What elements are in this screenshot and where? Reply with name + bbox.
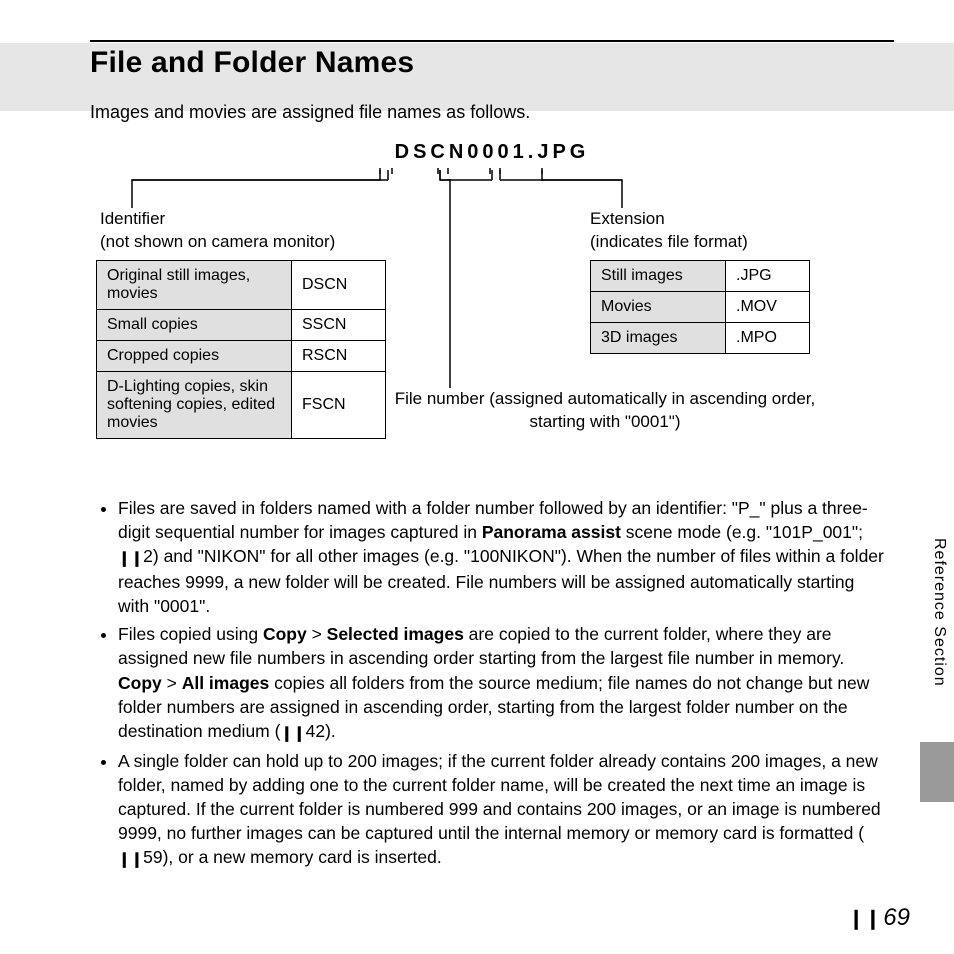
intro-text: Images and movies are assigned file name…: [90, 102, 894, 123]
page-content: File and Folder Names Images and movies …: [0, 0, 954, 871]
list-item: A single folder can hold up to 200 image…: [118, 749, 884, 871]
id-code: SSCN: [292, 310, 386, 341]
identifier-label: Identifier (not shown on camera monitor): [100, 208, 335, 254]
file-number-label: File number (assigned automatically in a…: [390, 388, 820, 434]
extension-label: Extension (indicates file format): [590, 208, 748, 254]
table-row: 3D images.MPO: [591, 323, 810, 354]
bold-text: Copy: [118, 673, 162, 693]
table-row: Movies.MOV: [591, 292, 810, 323]
identifier-heading: Identifier: [100, 209, 165, 228]
ref-num: 42: [306, 721, 325, 741]
reference-icon: ❙❙: [118, 549, 143, 570]
filename-diagram: Identifier (not shown on camera monitor)…: [90, 168, 894, 478]
table-row: Small copiesSSCN: [97, 310, 386, 341]
text: >: [307, 624, 327, 644]
ref-num: 2: [143, 546, 153, 566]
table-row: D-Lighting copies, skin softening copies…: [97, 372, 386, 439]
ext-code: .MOV: [726, 292, 810, 323]
list-item: Files are saved in folders named with a …: [118, 496, 884, 618]
page-title: File and Folder Names: [90, 46, 894, 80]
table-row: Original still images, moviesDSCN: [97, 261, 386, 310]
extension-table: Still images.JPG Movies.MOV 3D images.MP…: [590, 260, 810, 354]
top-rule: [90, 40, 894, 42]
text: Files copied using: [118, 624, 263, 644]
text: >: [162, 673, 182, 693]
ext-label: Still images: [591, 261, 726, 292]
text: scene mode (e.g. "101P_001";: [621, 522, 863, 542]
identifier-table: Original still images, moviesDSCN Small …: [96, 260, 386, 439]
ext-code: .MPO: [726, 323, 810, 354]
id-label: Cropped copies: [97, 341, 292, 372]
text: ), or a new memory card is inserted.: [163, 847, 442, 867]
id-label: D-Lighting copies, skin softening copies…: [97, 372, 292, 439]
text: ).: [325, 721, 336, 741]
text: ) and "NIKON" for all other images (e.g.…: [118, 546, 884, 616]
text: A single folder can hold up to 200 image…: [118, 751, 881, 843]
ext-code: .JPG: [726, 261, 810, 292]
reference-icon: ❙❙: [848, 908, 882, 930]
table-row: Still images.JPG: [591, 261, 810, 292]
extension-sub: (indicates file format): [590, 232, 748, 251]
bold-text: Panorama assist: [482, 522, 621, 542]
reference-icon: ❙❙: [280, 724, 305, 745]
list-item: Files copied using Copy > Selected image…: [118, 622, 884, 744]
ref-num: 59: [143, 847, 162, 867]
page-number: ❙❙69: [848, 904, 910, 932]
id-label: Small copies: [97, 310, 292, 341]
reference-icon: ❙❙: [118, 850, 143, 871]
bullet-list: Files are saved in folders named with a …: [90, 496, 894, 871]
identifier-sub: (not shown on camera monitor): [100, 232, 335, 251]
table-row: Cropped copiesRSCN: [97, 341, 386, 372]
ext-label: Movies: [591, 292, 726, 323]
id-label: Original still images, movies: [97, 261, 292, 310]
page-number-value: 69: [883, 904, 910, 931]
ext-label: 3D images: [591, 323, 726, 354]
bold-text: Selected images: [327, 624, 464, 644]
id-code: DSCN: [292, 261, 386, 310]
id-code: RSCN: [292, 341, 386, 372]
example-filename: DSCN0001.JPG: [90, 141, 894, 164]
bold-text: Copy: [263, 624, 307, 644]
id-code: FSCN: [292, 372, 386, 439]
bold-text: All images: [182, 673, 270, 693]
extension-heading: Extension: [590, 209, 665, 228]
